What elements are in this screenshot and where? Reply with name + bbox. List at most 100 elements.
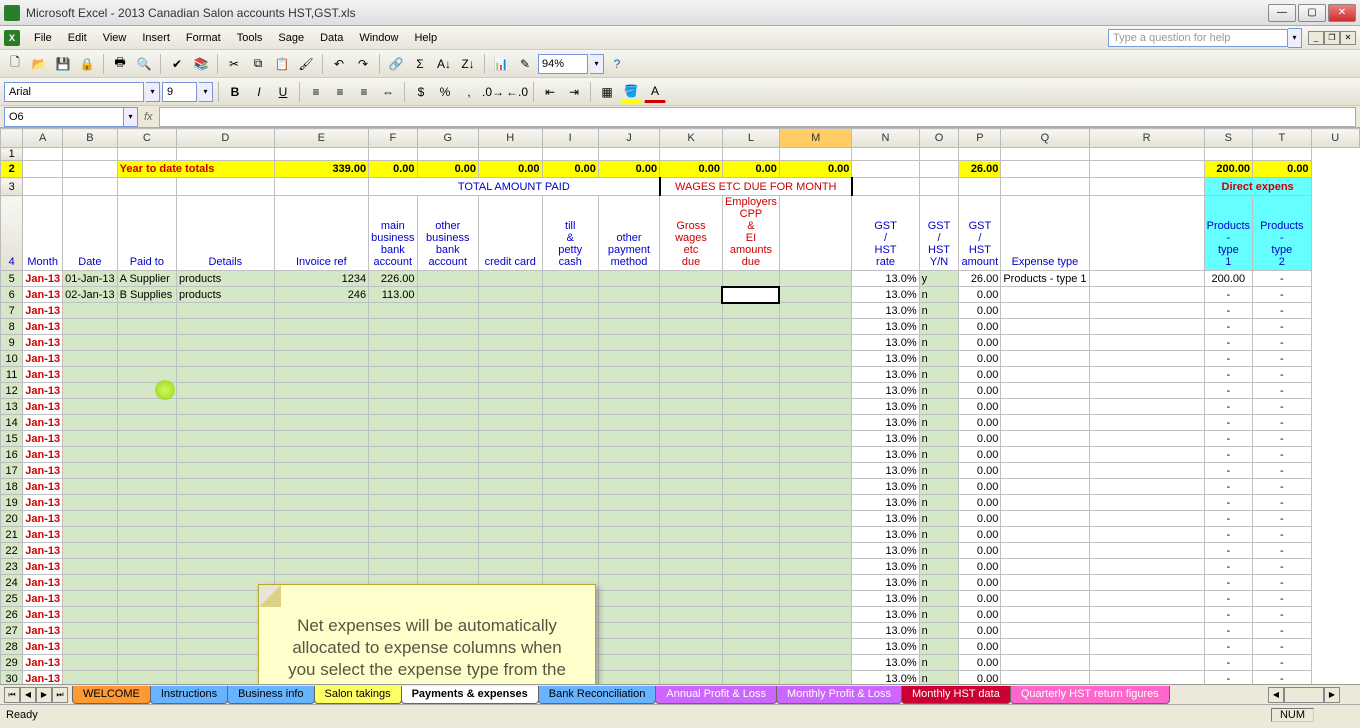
sheet-tab-monthly-hst-data[interactable]: Monthly HST data — [901, 686, 1011, 704]
[interactable] — [722, 591, 779, 607]
doc-icon[interactable]: X — [4, 30, 20, 46]
menu-format[interactable]: Format — [178, 29, 229, 47]
tab-prev-button[interactable]: ◀ — [20, 687, 36, 703]
undo-icon[interactable]: ↶ — [328, 53, 350, 75]
row-header-3[interactable]: 3 — [1, 178, 23, 196]
decrease-indent-icon[interactable]: ⇤ — [539, 81, 561, 103]
format-painter-icon[interactable]: 🖌 — [295, 53, 317, 75]
[interactable] — [722, 479, 779, 495]
[interactable] — [722, 367, 779, 383]
[interactable] — [722, 495, 779, 511]
menu-help[interactable]: Help — [406, 29, 445, 47]
menu-view[interactable]: View — [95, 29, 135, 47]
chart-icon[interactable]: 📊 — [490, 53, 512, 75]
row-header-21[interactable]: 21 — [1, 527, 23, 543]
section-total-paid[interactable]: TOTAL AMOUNT PAID — [369, 178, 660, 196]
hscroll-track[interactable] — [1284, 687, 1324, 703]
borders-icon[interactable]: ▦ — [596, 81, 618, 103]
italic-icon[interactable]: I — [248, 81, 270, 103]
[interactable] — [722, 511, 779, 527]
font-color-icon[interactable]: A — [644, 81, 666, 103]
font-name-box[interactable]: Arial — [4, 82, 144, 102]
minimize-button[interactable]: — — [1268, 4, 1296, 22]
zoom-box[interactable]: 94% — [538, 54, 588, 74]
[interactable] — [722, 351, 779, 367]
active-cell[interactable] — [722, 287, 779, 303]
row-header-26[interactable]: 26 — [1, 607, 23, 623]
col-header-E[interactable]: E — [274, 129, 369, 148]
sort-desc-icon[interactable]: Z↓ — [457, 53, 479, 75]
row-header-5[interactable]: 5 — [1, 271, 23, 287]
menu-sage[interactable]: Sage — [270, 29, 312, 47]
hyperlink-icon[interactable]: 🔗 — [385, 53, 407, 75]
print-preview-icon[interactable]: 🔍 — [133, 53, 155, 75]
[interactable] — [722, 271, 779, 287]
[interactable] — [722, 319, 779, 335]
col-header-J[interactable]: J — [598, 129, 659, 148]
print-icon[interactable]: 🖶 — [109, 53, 131, 75]
row-header-15[interactable]: 15 — [1, 431, 23, 447]
[interactable] — [722, 335, 779, 351]
[interactable] — [722, 303, 779, 319]
sheet-tab-monthly-profit-loss[interactable]: Monthly Profit & Loss — [776, 686, 902, 704]
row-header-30[interactable]: 30 — [1, 671, 23, 685]
[interactable] — [722, 607, 779, 623]
[interactable] — [722, 575, 779, 591]
menu-window[interactable]: Window — [351, 29, 406, 47]
font-name-dropdown-icon[interactable]: ▾ — [146, 82, 160, 102]
col-header-C[interactable]: C — [117, 129, 176, 148]
menu-edit[interactable]: Edit — [60, 29, 95, 47]
sheet-tab-annual-profit-loss[interactable]: Annual Profit & Loss — [655, 686, 777, 704]
autosum-icon[interactable]: Σ — [409, 53, 431, 75]
col-header-Q[interactable]: Q — [1001, 129, 1089, 148]
col-header-I[interactable]: I — [542, 129, 598, 148]
row-header-27[interactable]: 27 — [1, 623, 23, 639]
row-header-24[interactable]: 24 — [1, 575, 23, 591]
sheet-tab-salon-takings[interactable]: Salon takings — [314, 686, 402, 704]
font-size-box[interactable]: 9 — [162, 82, 197, 102]
col-header-R[interactable]: R — [1089, 129, 1204, 148]
row-header-22[interactable]: 22 — [1, 543, 23, 559]
new-icon[interactable]: 🗋 — [4, 53, 26, 75]
[interactable] — [722, 383, 779, 399]
col-header-S[interactable]: S — [1204, 129, 1252, 148]
col-header-N[interactable]: N — [852, 129, 919, 148]
row-header-25[interactable]: 25 — [1, 591, 23, 607]
comma-icon[interactable]: , — [458, 81, 480, 103]
[interactable] — [722, 431, 779, 447]
tab-first-button[interactable]: ⏮ — [4, 687, 20, 703]
row-header-17[interactable]: 17 — [1, 463, 23, 479]
bold-icon[interactable]: B — [224, 81, 246, 103]
[interactable] — [722, 527, 779, 543]
col-header-M[interactable]: M — [779, 129, 852, 148]
row-header-9[interactable]: 9 — [1, 335, 23, 351]
align-right-icon[interactable]: ≡ — [353, 81, 375, 103]
row-header-28[interactable]: 28 — [1, 639, 23, 655]
hscroll-left-button[interactable]: ◀ — [1268, 687, 1284, 703]
row-header-1[interactable]: 1 — [1, 148, 23, 161]
col-header-U[interactable]: U — [1311, 129, 1359, 148]
row-header-4[interactable]: 4 — [1, 196, 23, 271]
row-header-10[interactable]: 10 — [1, 351, 23, 367]
[interactable] — [722, 671, 779, 685]
mdi-restore-button[interactable]: ❐ — [1324, 31, 1340, 45]
copy-icon[interactable]: ⧉ — [247, 53, 269, 75]
menu-data[interactable]: Data — [312, 29, 351, 47]
row-header-11[interactable]: 11 — [1, 367, 23, 383]
menu-insert[interactable]: Insert — [134, 29, 178, 47]
align-center-icon[interactable]: ≡ — [329, 81, 351, 103]
row-header-16[interactable]: 16 — [1, 447, 23, 463]
increase-indent-icon[interactable]: ⇥ — [563, 81, 585, 103]
fill-color-icon[interactable]: 🪣 — [620, 81, 642, 103]
merge-icon[interactable]: ⇔ — [377, 81, 399, 103]
tab-next-button[interactable]: ▶ — [36, 687, 52, 703]
name-box-dropdown-icon[interactable]: ▾ — [124, 107, 138, 127]
spreadsheet-grid[interactable]: ABCDEFGHIJKLMNOPQRSTU12Year to date tota… — [0, 128, 1360, 684]
cut-icon[interactable]: ✂ — [223, 53, 245, 75]
align-left-icon[interactable]: ≡ — [305, 81, 327, 103]
row-header-19[interactable]: 19 — [1, 495, 23, 511]
name-box[interactable]: O6 — [4, 107, 124, 127]
[interactable] — [722, 655, 779, 671]
row-header-18[interactable]: 18 — [1, 479, 23, 495]
col-header-H[interactable]: H — [478, 129, 542, 148]
